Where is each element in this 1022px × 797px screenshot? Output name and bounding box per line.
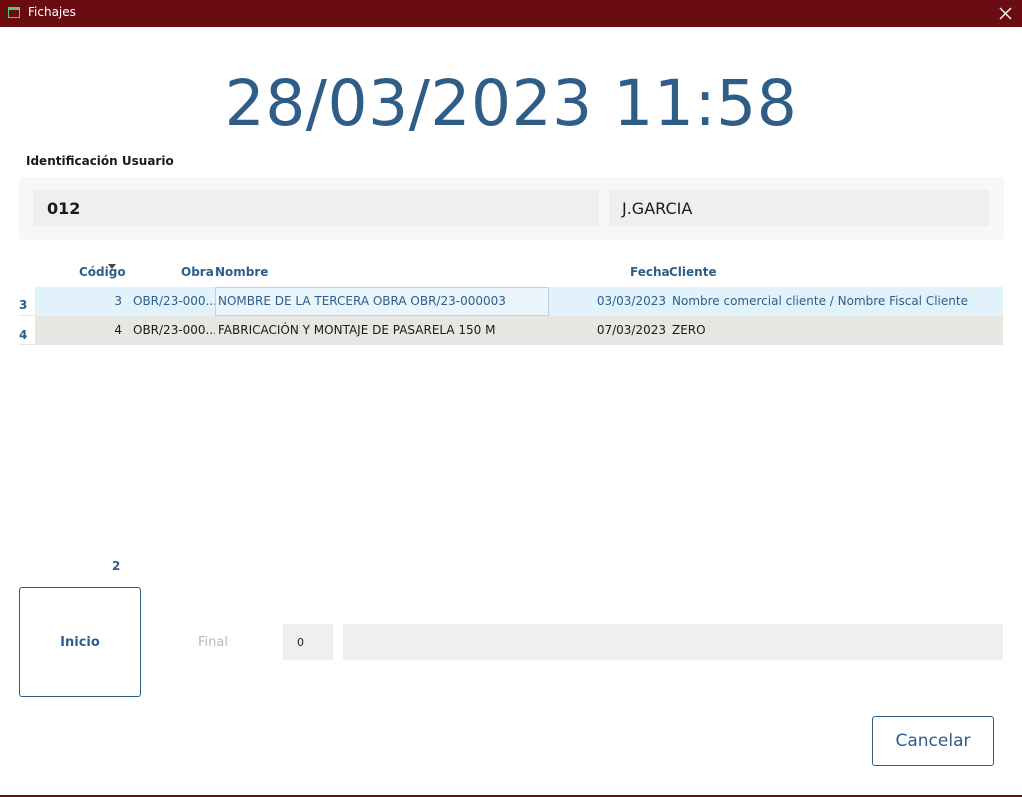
sort-desc-icon [108,264,116,269]
table-row[interactable]: 3 OBR/23-000... NOMBRE DE LA TERCERA OBR… [35,287,1003,316]
datetime-display: 28/03/2023 11:58 [224,67,798,140]
record-count: 2 [112,559,121,573]
row-divider [19,344,35,345]
window-app-icon [8,7,20,18]
final-number-field[interactable]: 0 [283,624,333,660]
column-header-fecha[interactable]: Fecha [630,265,670,283]
final-button[interactable]: Final [198,635,228,650]
row-indicator: 3 [19,298,28,312]
table-row[interactable]: 4 OBR/23-000... FABRICACIÓN Y MONTAJE DE… [35,316,1003,345]
column-header-cliente[interactable]: Cliente [669,265,717,283]
user-name-field[interactable]: J.GARCIA [609,190,989,226]
column-header-nombre[interactable]: Nombre [215,265,268,283]
identification-label: Identificación Usuario [26,154,174,168]
title-bar: Fichajes [0,0,1022,27]
cell-fecha: 03/03/2023 [596,294,666,308]
close-icon[interactable] [994,2,1016,24]
cell-fecha: 07/03/2023 [596,323,666,337]
user-code-field[interactable]: 012 [33,190,599,226]
cell-cliente: Nombre comercial cliente / Nombre Fiscal… [672,294,968,308]
cell-codigo: 4 [114,323,122,337]
inicio-button[interactable]: Inicio [19,587,141,697]
row-divider [19,315,35,316]
cell-codigo: 3 [114,294,122,308]
column-header-obra[interactable]: Obra [181,265,214,283]
cancel-button[interactable]: Cancelar [872,716,994,766]
final-text-field[interactable] [343,624,1003,660]
cell-cliente: ZERO [672,323,706,337]
cell-nombre: NOMBRE DE LA TERCERA OBRA OBR/23-000003 [218,294,506,308]
column-header-codigo[interactable]: Código [79,265,126,283]
cell-obra: OBR/23-000... [133,294,215,308]
row-indicator: 4 [19,328,28,342]
window-title: Fichajes [28,5,76,19]
cell-obra: OBR/23-000... [133,323,215,337]
cell-nombre: FABRICACIÓN Y MONTAJE DE PASARELA 150 M [218,323,496,337]
